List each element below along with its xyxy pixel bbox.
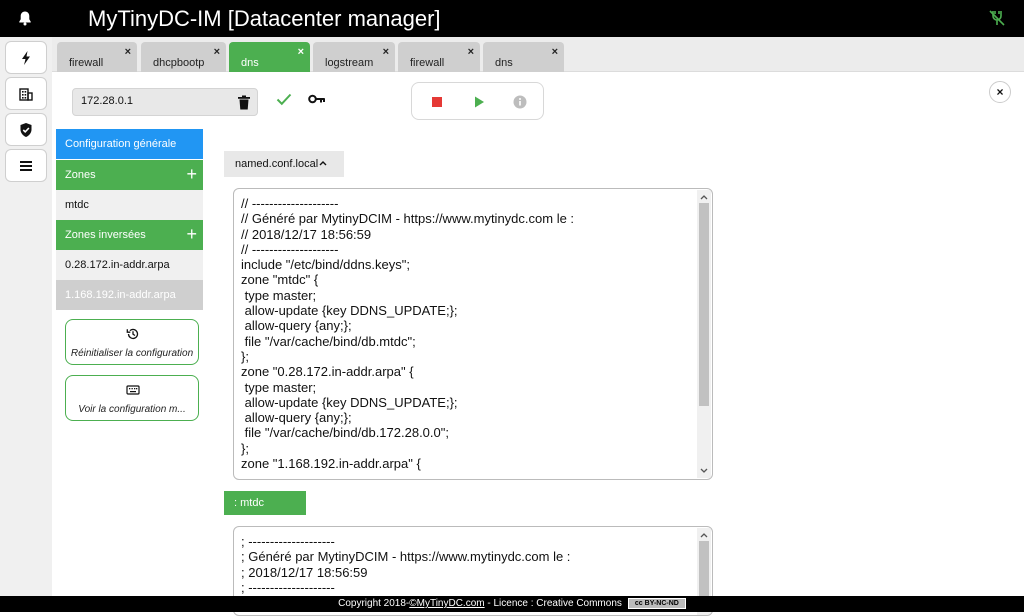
footer-licence: - Licence : Creative Commons xyxy=(484,598,622,609)
view-config-button[interactable]: Voir la configuration m... xyxy=(65,375,199,421)
sidebar-item-label: Zones xyxy=(65,169,96,181)
tab-logstream[interactable]: logstream × xyxy=(313,42,395,72)
zone-header-mtdc[interactable]: : mtdc xyxy=(224,491,306,515)
check-icon[interactable] xyxy=(276,92,292,106)
sidebar-item-label: Zones inversées xyxy=(65,229,146,241)
chevron-up-icon xyxy=(319,161,327,166)
tab-close-icon[interactable]: × xyxy=(383,46,389,58)
scrollbar[interactable] xyxy=(697,190,711,478)
tab-label: dhcpbootp xyxy=(153,57,205,69)
tab-close-icon[interactable]: × xyxy=(298,46,304,58)
footer: Copyright 2018-©MyTinyDC.com - Licence :… xyxy=(0,596,1024,612)
rail-button-datacenter[interactable] xyxy=(5,77,47,110)
ip-input[interactable] xyxy=(81,95,231,107)
tab-label: firewall xyxy=(69,57,104,69)
history-icon xyxy=(126,328,139,340)
close-panel-button[interactable]: × xyxy=(989,81,1011,103)
add-zone-icon[interactable]: + xyxy=(186,160,197,188)
cc-license-badge[interactable]: cc BY-NC-ND xyxy=(627,597,686,609)
sidebar-item-zone-mtdc[interactable]: mtdc xyxy=(56,190,203,220)
tab-close-icon[interactable]: × xyxy=(552,46,558,58)
shield-check-icon xyxy=(20,122,32,137)
sidebar-item-reverse-0-28-172[interactable]: 0.28.172.in-addr.arpa xyxy=(56,250,203,280)
tab-dns-2[interactable]: dns × xyxy=(483,42,564,72)
scroll-up-icon[interactable] xyxy=(700,194,708,200)
network-off-icon[interactable] xyxy=(988,9,1006,27)
reset-config-label: Réinitialiser la configuration xyxy=(70,348,194,359)
tab-bar: firewall × dhcpbootp × dns × logstream ×… xyxy=(52,37,1024,72)
footer-copyright: Copyright 2018- xyxy=(338,598,410,609)
list-icon xyxy=(20,160,32,171)
trash-icon[interactable] xyxy=(237,95,251,110)
tab-label: dns xyxy=(241,57,259,69)
rail-button-list[interactable] xyxy=(5,149,47,182)
scroll-up-icon[interactable] xyxy=(700,532,708,538)
view-config-label: Voir la configuration m... xyxy=(78,404,186,415)
sidebar-item-zones[interactable]: Zones + xyxy=(56,160,203,190)
key-icon[interactable] xyxy=(308,93,326,105)
ip-field xyxy=(72,88,258,116)
tab-firewall-2[interactable]: firewall × xyxy=(398,42,480,72)
config-text[interactable]: // -------------------- // Généré par My… xyxy=(241,196,574,471)
content-area: × Configuration générale Zones + mtdc Zo… xyxy=(52,72,1024,616)
file-header-label: named.conf.local xyxy=(235,158,319,170)
file-header-named-conf-local[interactable]: named.conf.local xyxy=(224,151,344,177)
bolt-icon xyxy=(22,50,30,65)
tab-firewall[interactable]: firewall × xyxy=(57,42,137,72)
keyboard-icon xyxy=(126,385,140,395)
tab-label: firewall xyxy=(410,57,445,69)
config-editor-named-conf[interactable]: // -------------------- // Généré par My… xyxy=(233,188,713,480)
rail-button-power[interactable] xyxy=(5,41,47,74)
service-controls xyxy=(411,82,544,120)
add-reverse-zone-icon[interactable]: + xyxy=(186,220,197,248)
tab-label: dns xyxy=(495,57,513,69)
tab-close-icon[interactable]: × xyxy=(125,46,131,58)
footer-site-link[interactable]: ©MyTinyDC.com xyxy=(409,598,484,609)
left-rail xyxy=(0,37,52,596)
app-header: MyTinyDC-IM [Datacenter manager] xyxy=(0,0,1024,37)
tab-close-icon[interactable]: × xyxy=(468,46,474,58)
app-title: MyTinyDC-IM [Datacenter manager] xyxy=(88,6,441,31)
tab-dhcpbootp[interactable]: dhcpbootp × xyxy=(141,42,226,72)
scroll-down-icon[interactable] xyxy=(700,468,708,474)
building-icon xyxy=(19,87,33,101)
sidebar-item-reverse-1-168-192[interactable]: 1.168.192.in-addr.arpa xyxy=(56,280,203,310)
tab-dns-active[interactable]: dns × xyxy=(229,42,310,72)
info-icon[interactable] xyxy=(513,95,527,109)
tab-label: logstream xyxy=(325,57,374,69)
play-icon[interactable] xyxy=(472,95,486,109)
reset-config-button[interactable]: Réinitialiser la configuration xyxy=(65,319,199,365)
sidebar-item-general-config[interactable]: Configuration générale xyxy=(56,129,203,159)
scrollbar-thumb[interactable] xyxy=(699,203,709,406)
rail-button-security[interactable] xyxy=(5,113,47,146)
bell-icon[interactable] xyxy=(17,10,33,26)
config-text[interactable]: ; -------------------- ; Généré par Myti… xyxy=(241,534,570,595)
stop-icon[interactable] xyxy=(430,95,444,109)
tab-close-icon[interactable]: × xyxy=(214,46,220,58)
sidebar-item-reverse-zones[interactable]: Zones inversées + xyxy=(56,220,203,250)
